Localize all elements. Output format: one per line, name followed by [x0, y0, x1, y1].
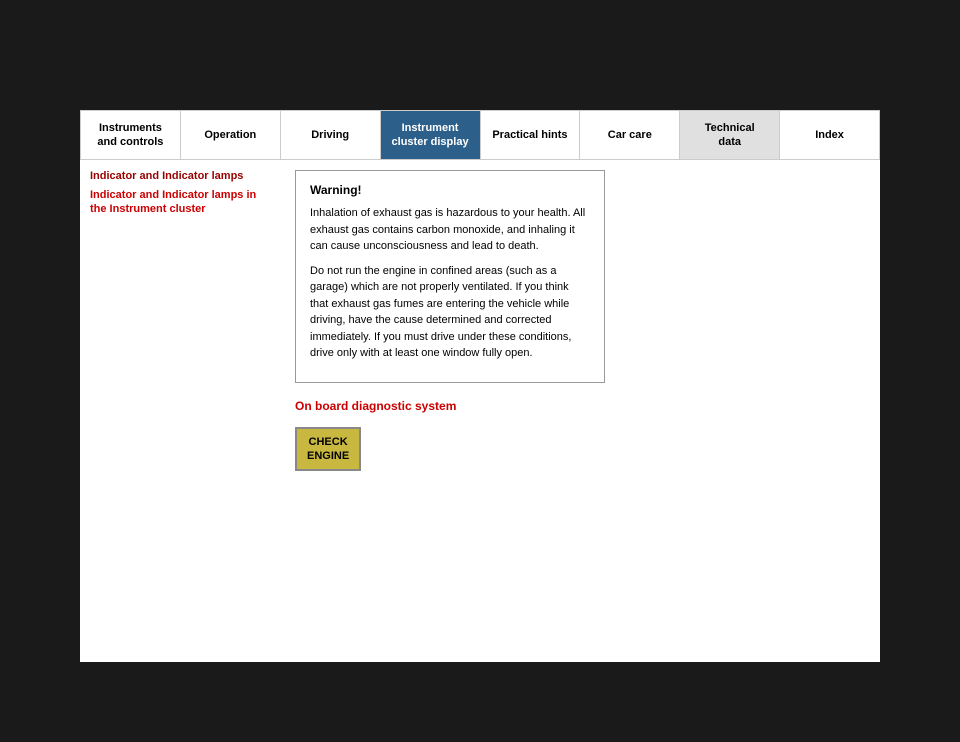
warning-title: Warning! — [310, 183, 590, 197]
warning-paragraph-1: Inhalation of exhaust gas is hazardous t… — [310, 205, 590, 255]
nav-item-index[interactable]: Index — [780, 111, 879, 159]
diagnostic-link[interactable]: On board diagnostic system — [295, 399, 865, 413]
left-sidebar: Indicator and Indicator lamps Indicator … — [80, 170, 280, 550]
warning-paragraph-2: Do not run the engine in confined areas … — [310, 263, 590, 362]
nav-item-practical-hints[interactable]: Practical hints — [481, 111, 581, 159]
sidebar-sub-title: Indicator and Indicator lamps in the Ins… — [90, 188, 270, 217]
nav-item-instruments[interactable]: Instruments and controls — [81, 111, 181, 159]
warning-box: Warning! Inhalation of exhaust gas is ha… — [295, 170, 605, 383]
sidebar-section-title: Indicator and Indicator lamps — [90, 170, 270, 182]
navigation-bar: Instruments and controls Operation Drivi… — [80, 110, 880, 160]
main-area: Indicator and Indicator lamps Indicator … — [80, 160, 880, 560]
nav-item-technical-data[interactable]: Technical data — [680, 111, 780, 159]
nav-item-instrument-cluster[interactable]: Instrument cluster display — [381, 111, 481, 159]
nav-item-car-care[interactable]: Car care — [580, 111, 680, 159]
check-engine-button[interactable]: CHECK ENGINE — [295, 427, 361, 472]
page-content: Instruments and controls Operation Drivi… — [80, 110, 880, 662]
nav-item-operation[interactable]: Operation — [181, 111, 281, 159]
nav-item-driving[interactable]: Driving — [281, 111, 381, 159]
right-content: Warning! Inhalation of exhaust gas is ha… — [280, 170, 880, 550]
